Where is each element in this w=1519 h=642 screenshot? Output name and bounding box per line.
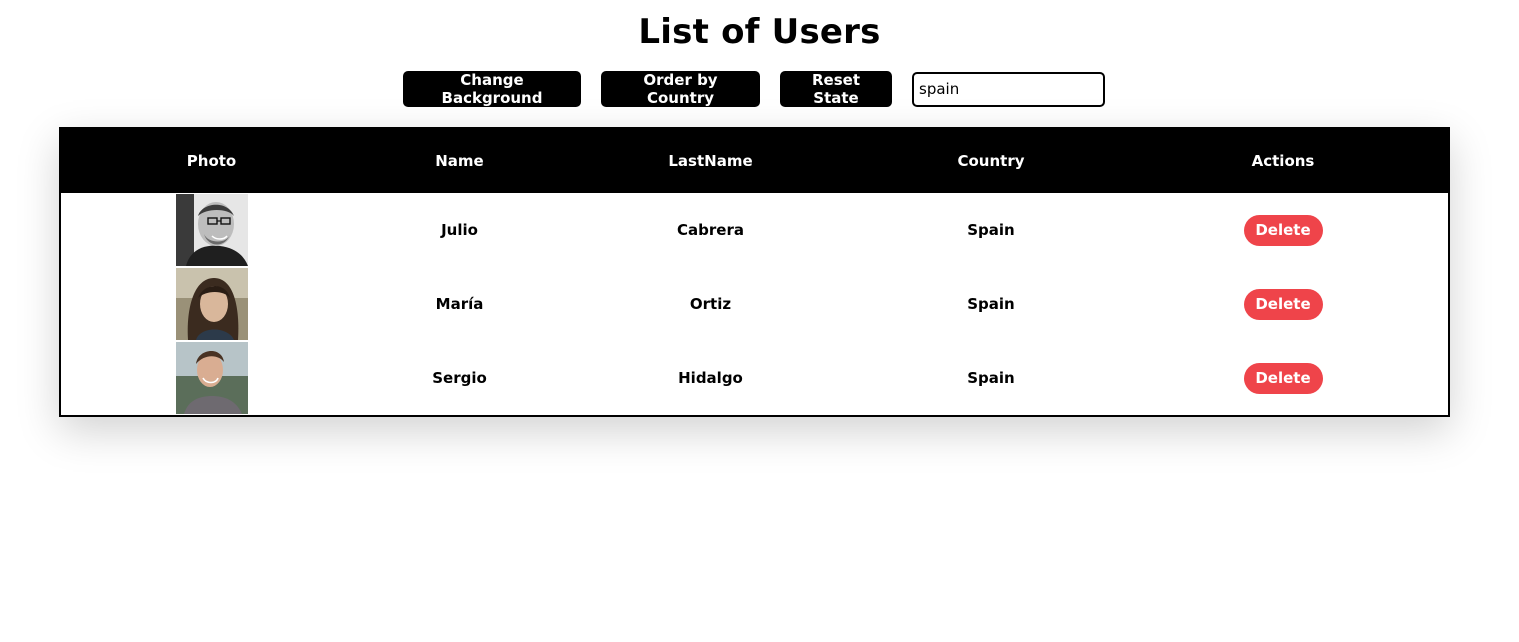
delete-button[interactable]: Delete (1243, 214, 1323, 246)
delete-button[interactable]: Delete (1243, 362, 1323, 394)
reset-state-button[interactable]: Reset State (780, 71, 892, 107)
user-name: Sergio (432, 369, 487, 387)
actions-cell: Delete (1118, 267, 1448, 341)
user-country: Spain (967, 221, 1015, 239)
toolbar: Change Background Order by Country Reset… (403, 71, 1105, 107)
header-country: Country (957, 152, 1025, 170)
table-header-row: Photo Name LastName Country Actions (61, 129, 1448, 193)
user-name: María (435, 295, 484, 313)
user-lastname: Cabrera (677, 221, 744, 239)
photo-cell (61, 341, 362, 415)
photo-cell (61, 193, 362, 267)
order-by-country-button[interactable]: Order by Country (601, 71, 760, 107)
user-photo (175, 342, 248, 414)
actions-cell: Delete (1118, 193, 1448, 267)
header-name: Name (435, 152, 484, 170)
table-row: María Ortiz Spain Delete (61, 267, 1448, 341)
country-filter-input[interactable] (912, 71, 1105, 107)
delete-button[interactable]: Delete (1243, 288, 1323, 320)
user-lastname: Hidalgo (678, 369, 743, 387)
table-row: Sergio Hidalgo Spain Delete (61, 341, 1448, 415)
photo-cell (61, 267, 362, 341)
user-photo (175, 268, 248, 340)
change-background-button[interactable]: Change Background (403, 71, 581, 107)
users-table: Photo Name LastName Country Actions Juli… (61, 129, 1448, 415)
header-photo: Photo (186, 152, 237, 170)
header-actions: Actions (1251, 152, 1315, 170)
page: List of Users Change Background Order by… (0, 0, 1519, 642)
table-row: Julio Cabrera Spain Delete (61, 193, 1448, 267)
page-title: List of Users (638, 12, 881, 52)
user-country: Spain (967, 369, 1015, 387)
user-photo (175, 194, 248, 266)
user-lastname: Ortiz (689, 295, 732, 313)
user-name: Julio (441, 221, 478, 239)
users-table-container: Photo Name LastName Country Actions Juli… (59, 127, 1450, 417)
user-country: Spain (967, 295, 1015, 313)
header-lastname: LastName (668, 152, 753, 170)
actions-cell: Delete (1118, 341, 1448, 415)
